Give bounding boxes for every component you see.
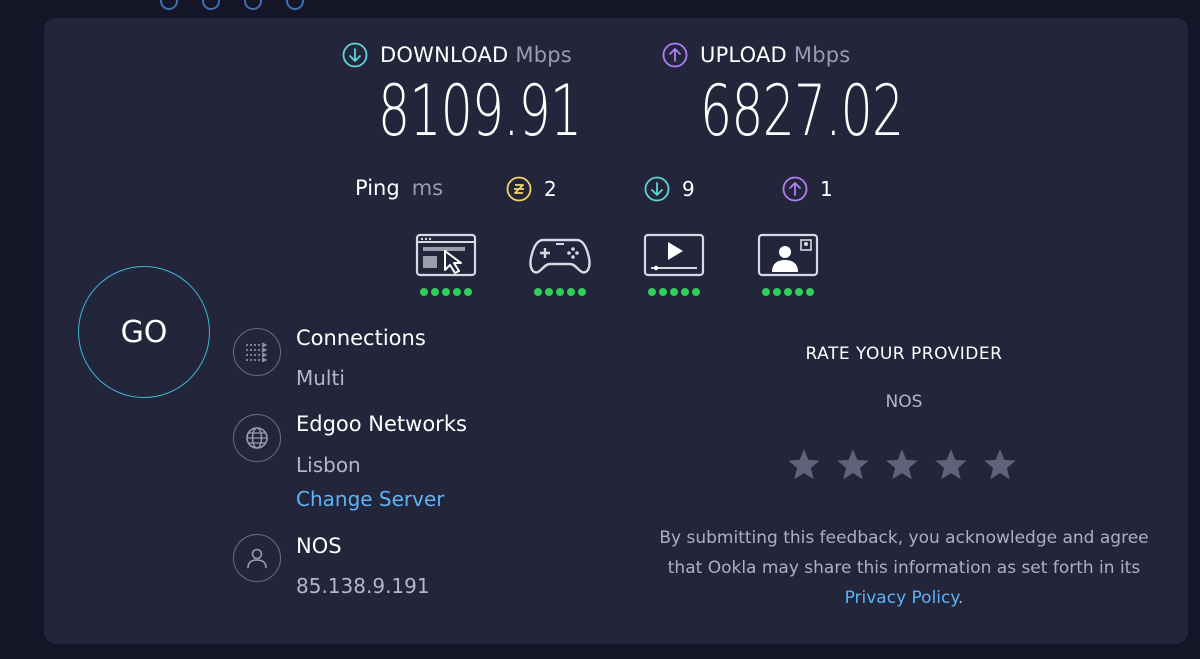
isp-name: NOS [296,534,342,558]
connections-icon [246,342,268,362]
arrow-down-circle-icon [644,176,670,202]
rate-provider-section: RATE YOUR PROVIDER NOS [654,344,1154,412]
ping-idle-value: 2 [544,177,557,201]
download-value: 8109.91 [378,70,582,152]
download-label: DOWNLOAD [380,43,509,67]
star-icon[interactable] [982,447,1018,483]
user-icon [247,548,267,569]
gaming-rating[interactable] [528,232,592,296]
ping-label: Ping [355,176,400,200]
download-header: DOWNLOAD Mbps [342,42,572,68]
feedback-disclaimer: By submitting this feedback, you acknowl… [652,523,1156,613]
arrow-down-circle-icon [342,42,368,68]
change-server-link[interactable]: Change Server [296,487,445,511]
rating-dots [642,288,706,296]
web-browsing-rating[interactable] [414,232,478,296]
privacy-policy-link[interactable]: Privacy Policy [845,588,958,608]
speedtest-result-card: DOWNLOAD Mbps 8109.91 UPLOAD Mbps 6827.0… [44,18,1188,644]
top-nav-strip [0,0,1200,10]
video-chat-rating[interactable] [756,232,820,296]
upload-unit: Mbps [793,43,851,67]
video-streaming-rating[interactable] [642,232,706,296]
star-icon[interactable] [884,447,920,483]
go-button[interactable]: GO [78,266,210,398]
ping-download-value: 9 [682,177,695,201]
connections-title: Connections [296,326,426,350]
ping-unit: ms [411,176,444,200]
upload-value: 6827.02 [700,70,904,152]
isp-ip: 85.138.9.191 [296,574,430,598]
connections-icon-wrap [233,328,281,376]
globe-icon-wrap [233,414,281,462]
ping-label-group: Ping ms [355,176,443,200]
server-location: Lisbon [296,453,361,477]
rating-dots [414,288,478,296]
rating-stars [786,447,1018,483]
globe-icon [246,427,268,449]
user-icon-wrap [233,534,281,582]
star-icon[interactable] [786,447,822,483]
jitter-icon [506,176,532,202]
gaming-icon [529,238,591,274]
ping-upload: 1 [782,176,833,202]
disclaimer-end: . [958,588,964,608]
nav-icon[interactable] [286,0,304,10]
rate-provider-name: NOS [885,392,923,412]
download-unit: Mbps [515,43,572,67]
connections-value: Multi [296,366,345,390]
ping-upload-value: 1 [820,177,833,201]
rating-dots [528,288,592,296]
ping-idle: 2 [506,176,557,202]
upload-label: UPLOAD [700,43,787,67]
star-icon[interactable] [835,447,871,483]
nav-icon[interactable] [244,0,262,10]
server-name: Edgoo Networks [296,412,467,436]
disclaimer-text: By submitting this feedback, you acknowl… [659,528,1149,578]
video-chat-icon [757,233,819,277]
video-streaming-icon [643,233,705,277]
rating-dots [756,288,820,296]
upload-header: UPLOAD Mbps [662,42,850,68]
nav-icon[interactable] [160,0,178,10]
arrow-up-circle-icon [782,176,808,202]
web-browsing-icon [415,233,477,277]
nav-icon[interactable] [202,0,220,10]
star-icon[interactable] [933,447,969,483]
ping-download: 9 [644,176,695,202]
go-label: GO [120,314,168,350]
arrow-up-circle-icon [662,42,688,68]
rate-provider-title: RATE YOUR PROVIDER [805,344,1003,364]
